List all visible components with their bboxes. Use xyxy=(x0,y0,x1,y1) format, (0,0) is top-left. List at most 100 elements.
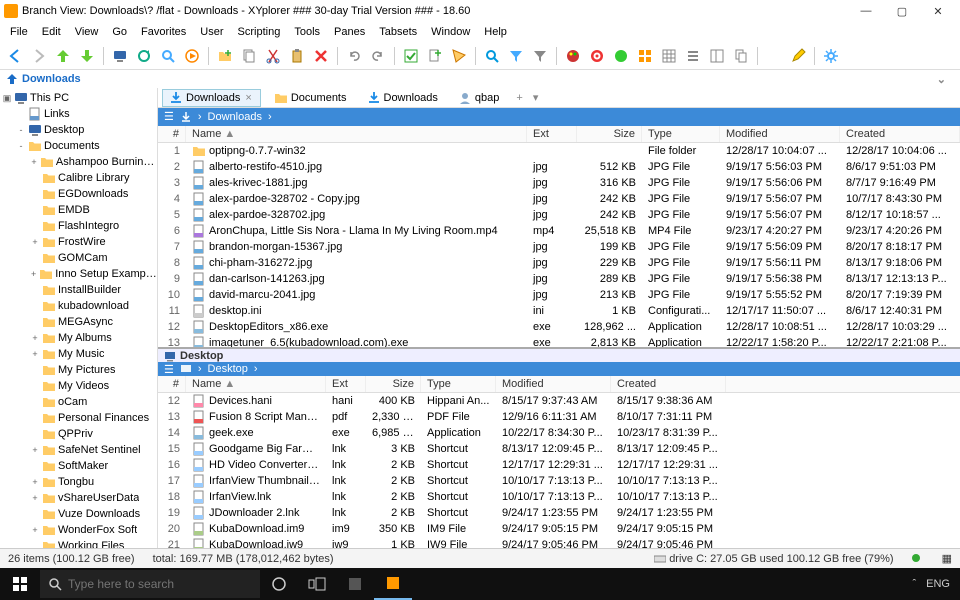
status-extra-icon[interactable]: ▦ xyxy=(942,552,952,565)
layout-icon[interactable] xyxy=(706,45,728,67)
file-row[interactable]: 11desktop.iniini1 KBConfigurati...12/17/… xyxy=(158,303,960,319)
file-row[interactable]: 10david-marcu-2041.jpgjpg213 KBJPG File9… xyxy=(158,287,960,303)
tree-node[interactable]: Working Files xyxy=(0,538,157,548)
file-list-bottom[interactable]: 12Devices.hanihani400 KBHippani An...8/1… xyxy=(158,393,960,548)
menu-tools[interactable]: Tools xyxy=(288,24,326,40)
menu-tabsets[interactable]: Tabsets xyxy=(373,24,423,40)
file-row[interactable]: 19JDownloader 2.lnklnk2 KBShortcut9/24/1… xyxy=(158,505,960,521)
tree-toggle[interactable]: + xyxy=(30,333,40,343)
tree-node[interactable]: -Documents xyxy=(0,138,157,154)
tree-toggle[interactable]: ▣ xyxy=(2,93,12,104)
new-tab-button[interactable]: + xyxy=(512,92,526,104)
taskview-icon[interactable] xyxy=(298,568,336,600)
system-tray[interactable]: ˆ ENG xyxy=(902,578,960,590)
folder-tree[interactable]: ▣This PCLinks-Desktop-Documents+Ashampoo… xyxy=(0,88,158,548)
tray-chevron-icon[interactable]: ˆ xyxy=(912,578,916,590)
new-folder-icon[interactable] xyxy=(214,45,236,67)
tree-toggle[interactable]: + xyxy=(30,157,38,167)
tree-node[interactable]: +My Music xyxy=(0,346,157,362)
menu-view[interactable]: View xyxy=(69,24,105,40)
file-row[interactable]: 6AronChupa, Little Sis Nora - Llama In M… xyxy=(158,223,960,239)
tree-node[interactable]: +Ashampoo Burning Studio xyxy=(0,154,157,170)
redo-icon[interactable] xyxy=(367,45,389,67)
maximize-button[interactable]: ▢ xyxy=(884,0,920,22)
tree-node[interactable]: GOMCam xyxy=(0,250,157,266)
tree-node[interactable]: +FrostWire xyxy=(0,234,157,250)
taskbar-app-1[interactable] xyxy=(336,568,374,600)
taskbar-search[interactable] xyxy=(40,570,260,598)
menu-scripting[interactable]: Scripting xyxy=(232,24,287,40)
breadcrumb-bottom[interactable]: ☰ › Desktop › xyxy=(158,362,960,376)
file-row[interactable]: 5alex-pardoe-328702.jpgjpg242 KBJPG File… xyxy=(158,207,960,223)
green-circle-icon[interactable] xyxy=(610,45,632,67)
tree-node[interactable]: Personal Finances xyxy=(0,410,157,426)
file-row[interactable]: 13imagetuner_6.5(kubadownload.com).exeex… xyxy=(158,335,960,347)
menu-window[interactable]: Window xyxy=(425,24,476,40)
tree-node[interactable]: +Tongbu xyxy=(0,474,157,490)
file-row[interactable]: 17IrfanView Thumbnails.lnklnk2 KBShortcu… xyxy=(158,473,960,489)
tab[interactable]: Downloads× xyxy=(162,89,261,107)
back-button[interactable] xyxy=(4,45,26,67)
file-row[interactable]: 8chi-pham-316272.jpgjpg229 KBJPG File9/1… xyxy=(158,255,960,271)
pizza-icon[interactable] xyxy=(448,45,470,67)
file-list-top[interactable]: 1optipng-0.7.7-win32File folder12/28/17 … xyxy=(158,143,960,347)
search-input[interactable] xyxy=(68,577,252,591)
tree-node[interactable]: Vuze Downloads xyxy=(0,506,157,522)
file-row[interactable]: 16HD Video Converter Fact...lnk2 KBShort… xyxy=(158,457,960,473)
tree-toggle[interactable]: - xyxy=(16,141,26,151)
file-row[interactable]: 12DesktopEditors_x86.exeexe128,962 ...Ap… xyxy=(158,319,960,335)
forward-button[interactable] xyxy=(28,45,50,67)
tree-node[interactable]: kubadownload xyxy=(0,298,157,314)
column-headers-top[interactable]: # Name ▲ Ext Size Type Modified Created xyxy=(158,126,960,144)
crumb-segment[interactable]: Downloads xyxy=(208,111,262,123)
tree-toggle[interactable]: + xyxy=(30,477,40,487)
file-row[interactable]: 18IrfanView.lnklnk2 KBShortcut10/10/17 7… xyxy=(158,489,960,505)
menu-favorites[interactable]: Favorites xyxy=(135,24,192,40)
refresh-icon[interactable] xyxy=(133,45,155,67)
tree-node[interactable]: oCam xyxy=(0,394,157,410)
taskbar-app-xyplorer[interactable] xyxy=(374,568,412,600)
file-row[interactable]: 1optipng-0.7.7-win32File folder12/28/17 … xyxy=(158,143,960,159)
list-icon[interactable] xyxy=(682,45,704,67)
tree-node[interactable]: -Desktop xyxy=(0,122,157,138)
file-row[interactable]: 7brandon-morgan-15367.jpgjpg199 KBJPG Fi… xyxy=(158,239,960,255)
file-row[interactable]: 13Fusion 8 Script Manual.pdfpdf2,330 KBP… xyxy=(158,409,960,425)
check-icon[interactable] xyxy=(400,45,422,67)
gear-icon[interactable] xyxy=(820,45,842,67)
tree-node[interactable]: Links xyxy=(0,106,157,122)
search-icon[interactable] xyxy=(157,45,179,67)
tree-node[interactable]: +My Albums xyxy=(0,330,157,346)
tab[interactable]: qbap xyxy=(451,89,506,107)
tree-toggle[interactable]: + xyxy=(30,269,37,279)
play-icon[interactable] xyxy=(181,45,203,67)
palette-icon[interactable] xyxy=(562,45,584,67)
file-row[interactable]: 2alberto-restifo-4510.jpgjpg512 KBJPG Fi… xyxy=(158,159,960,175)
cortana-icon[interactable] xyxy=(260,568,298,600)
tree-toggle[interactable]: + xyxy=(30,493,40,503)
target-icon[interactable] xyxy=(586,45,608,67)
tree-node[interactable]: ▣This PC xyxy=(0,90,157,106)
tree-node[interactable]: Calibre Library xyxy=(0,170,157,186)
tray-lang[interactable]: ENG xyxy=(926,578,950,590)
tree-node[interactable]: +vShareUserData xyxy=(0,490,157,506)
close-button[interactable]: ✕ xyxy=(920,0,956,22)
file-row[interactable]: 15Goodgame Big Farm.lnklnk3 KBShortcut8/… xyxy=(158,441,960,457)
crumb-segment[interactable]: Desktop xyxy=(208,363,248,375)
delete-icon[interactable] xyxy=(310,45,332,67)
file-row[interactable]: 20KubaDownload.im9im9350 KBIM9 File9/24/… xyxy=(158,521,960,537)
paste-icon[interactable] xyxy=(286,45,308,67)
copy-icon[interactable] xyxy=(238,45,260,67)
tree-node[interactable]: My Pictures xyxy=(0,362,157,378)
tree-node[interactable]: MEGAsync xyxy=(0,314,157,330)
tree-toggle[interactable]: + xyxy=(30,445,40,455)
zoom-icon[interactable] xyxy=(481,45,503,67)
chevron-down-icon[interactable]: ⌄ xyxy=(937,73,954,86)
new-doc-icon[interactable] xyxy=(424,45,446,67)
breadcrumb-top[interactable]: ☰ › Downloads › xyxy=(158,108,960,126)
docs-icon[interactable] xyxy=(730,45,752,67)
tab[interactable]: Downloads xyxy=(360,89,445,107)
menu-help[interactable]: Help xyxy=(478,24,513,40)
start-button[interactable] xyxy=(0,568,40,600)
menu-user[interactable]: User xyxy=(194,24,229,40)
tree-toggle[interactable]: + xyxy=(30,237,40,247)
